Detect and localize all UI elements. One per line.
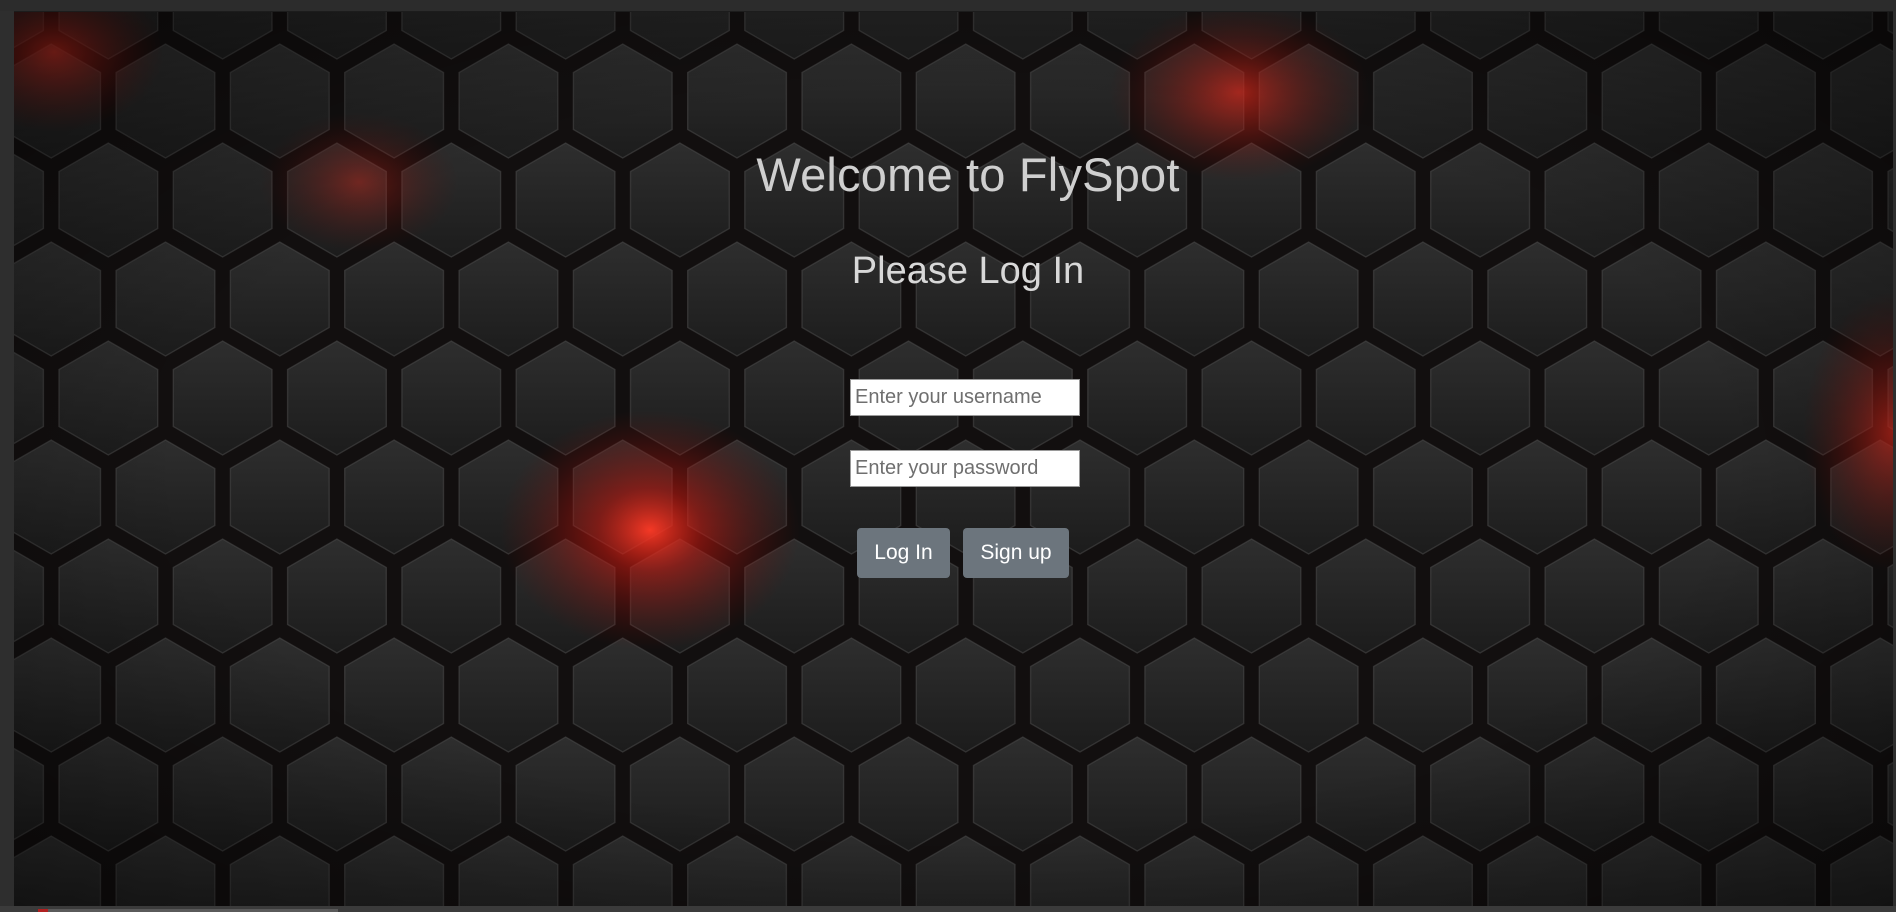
username-input[interactable] bbox=[850, 379, 1080, 416]
page-title: Welcome to FlySpot bbox=[756, 148, 1180, 201]
signup-button[interactable]: Sign up bbox=[963, 528, 1069, 578]
window-left-edge bbox=[0, 11, 14, 906]
login-button[interactable]: Log In bbox=[857, 528, 950, 578]
page-viewport: Welcome to FlySpot Please Log In Log In … bbox=[14, 12, 1893, 906]
login-panel: Welcome to FlySpot Please Log In Log In … bbox=[14, 12, 1893, 906]
window-bottom-bar bbox=[0, 906, 1896, 912]
login-heading: Please Log In bbox=[851, 250, 1085, 292]
window-top-bar bbox=[0, 0, 1896, 12]
password-input[interactable] bbox=[850, 450, 1080, 487]
app-window: Welcome to FlySpot Please Log In Log In … bbox=[0, 0, 1896, 912]
